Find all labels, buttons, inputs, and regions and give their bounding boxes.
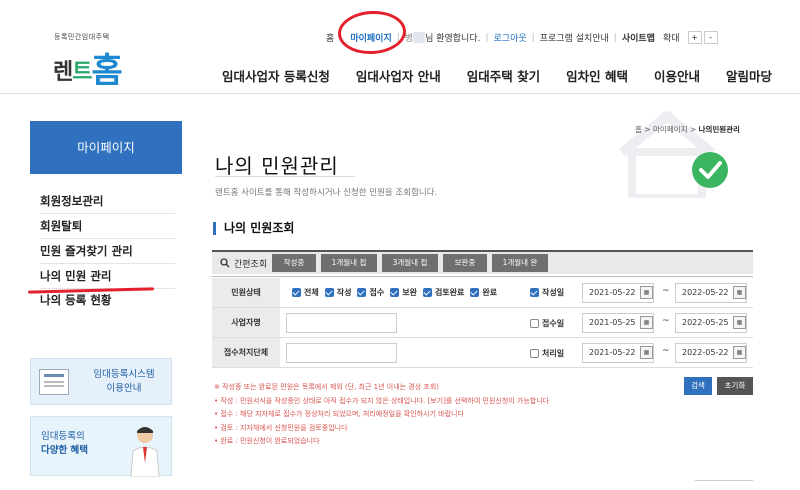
business-label: 사업자명 [212,308,280,337]
program-install-link[interactable]: 프로그램 설치안내 [540,31,609,44]
site-logo[interactable]: 렌트홈 [53,40,123,91]
banner-benefits[interactable]: 임대등록의 다양한 혜택 [30,416,172,477]
status-checkbox-received[interactable]: 접수 [357,287,384,298]
status-checkbox-all[interactable]: 전체 [292,287,319,298]
document-icon [39,369,69,395]
page-title: 나의 민원관리 [215,154,339,178]
bottom-divider [695,480,753,481]
quick-btn-supplement[interactable]: 보완중 [443,254,487,272]
agency-input[interactable] [286,343,397,363]
gnb-item-notice[interactable]: 알림마당 [726,66,772,85]
tilde: ~ [662,346,670,356]
quick-btn-writing[interactable]: 작성중 [272,254,316,272]
date-checkbox-processed[interactable]: 처리일 [530,348,564,359]
section-title: 나의 민원조회 [213,222,294,235]
zoom-out-button[interactable]: - [703,31,718,44]
logout-link[interactable]: 로그아웃 [494,31,527,44]
form-row-agency: 접수처지단체 처리일 2021-05-22 ▦ ~ 2022-05-22 ▦ [212,338,753,368]
status-checkbox-supplement[interactable]: 보완 [390,287,417,298]
header-divider [0,93,800,94]
breadcrumb-home[interactable]: 홈 [635,125,642,134]
date-checkbox-received[interactable]: 접수일 [530,318,564,329]
banner1-line1: 임대등록시스템 [93,369,155,380]
calendar-icon[interactable]: ▦ [733,346,746,359]
calendar-icon[interactable]: ▦ [733,286,746,299]
quick-search-bar: 간편조회 작성중 1개월내 접수 3개월내 접수 보완중 1개월내 완료 [212,250,753,285]
note-item: • 접수 : 해당 지자체로 접수가 정상처리 되었으며, 처리예정일을 확인하… [214,410,464,418]
banner2-line2: 다양한 혜택 [41,445,89,456]
quick-btn-3month-received[interactable]: 3개월내 접수 [382,254,438,285]
date-checkbox-written[interactable]: 작성일 [530,287,564,298]
reset-button[interactable]: 초기화 [717,377,753,395]
breadcrumb-mypage[interactable]: 마이페이지 [653,125,688,134]
status-checkbox-reviewed[interactable]: 검토완료 [422,287,464,298]
logo-part-1: 렌 [53,60,73,85]
zoom-in-button[interactable]: + [687,31,702,44]
agency-label: 접수처지단체 [212,338,280,367]
breadcrumb: 홈 > 마이페이지 > 나의민원관리 [635,124,740,135]
calendar-icon[interactable]: ▦ [733,316,746,329]
sidebar-item-member-info[interactable]: 회원정보관리 [40,188,175,214]
calendar-icon[interactable]: ▦ [640,316,653,329]
banner-system-guide[interactable]: 임대등록시스템 이용안내 [30,358,172,405]
gnb-item-register[interactable]: 임대사업자 등록신청 [222,66,330,85]
breadcrumb-sep: > [644,125,651,134]
house-decoration-icon [618,111,728,198]
breadcrumb-sep: > [689,125,697,134]
quick-search-label: 간편조회 [220,257,272,270]
tilde: ~ [662,316,670,326]
zoom-label: 확대 [662,34,680,44]
search-button[interactable]: 검색 [684,377,712,395]
sidebar-title: 마이페이지 [30,121,182,174]
title-divider [215,176,355,177]
user-name-mask [413,32,426,43]
user-name: 병 [404,34,414,44]
sidebar-item-favorites[interactable]: 민원 즐겨찾기 관리 [40,238,175,264]
form-row-business: 사업자명 접수일 2021-05-25 ▦ ~ 2022-05-25 ▦ [212,308,753,338]
form-row-status: 민원상태 전체 작성 접수 보완 검토완료 완료 작성일 2021-05-22 … [212,278,753,308]
note-item: • 작성 : 민원서식을 작성중인 상태로 아직 접수가 되지 않은 상태입니다… [214,396,550,405]
status-label: 민원상태 [212,278,280,307]
sidebar-item-my-complaints[interactable]: 나의 민원 관리 [40,263,175,289]
status-checkbox-writing[interactable]: 작성 [324,287,351,298]
banner1-line2: 이용안내 [106,383,142,394]
calendar-icon[interactable]: ▦ [640,346,653,359]
person-icon [130,427,160,477]
highlight-circle [336,9,408,56]
gnb-item-tenant-benefits[interactable]: 임차인 혜택 [566,66,628,85]
notes-list: ※ 작성중 또는 완료된 민원은 목록에서 제외 (단, 최근 1년 이내는 경… [214,381,549,449]
calendar-icon[interactable]: ▦ [640,286,653,299]
form-top-border [212,276,753,277]
page-description: 렌트홈 사이트를 통해 작성하시거나 신청한 민원을 조회합니다. [215,188,438,198]
breadcrumb-current: 나의민원관리 [698,125,740,134]
logo-part-2: 트 [72,60,92,85]
gnb-item-usage-guide[interactable]: 이용안내 [654,66,700,85]
gnb-item-landlord-guide[interactable]: 임대사업자 안내 [356,66,441,85]
banner2-line1: 임대등록의 [41,431,85,442]
status-checkbox-done[interactable]: 완료 [470,287,497,298]
main-nav: 임대사업자 등록신청 임대사업자 안내 임대주택 찾기 임차인 혜택 이용안내 … [196,66,772,85]
business-name-input[interactable] [286,313,397,333]
sitemap-link[interactable]: 사이트맵 [622,31,655,44]
status-options: 전체 작성 접수 보완 검토완료 완료 [292,287,503,298]
note-item: • 검토 : 지자체에서 신청민원을 검토중입니다 [214,423,348,432]
logo-part-3: 홈 [91,51,123,91]
tilde: ~ [662,286,670,296]
util-home-link[interactable]: 홈 [326,31,334,44]
quick-btn-1month-done[interactable]: 1개월내 완료 [492,254,548,285]
quick-btn-1month-received[interactable]: 1개월내 접수 [321,254,377,285]
quick-label-text: 간편조회 [234,259,268,270]
gnb-item-find-housing[interactable]: 임대주택 찾기 [467,66,540,85]
sidebar-item-withdraw[interactable]: 회원탈퇴 [40,213,175,239]
note-item: • 완료 : 민원신청이 완료되었습니다 [214,437,320,445]
search-icon [220,258,230,268]
note-item: ※ 작성중 또는 완료된 민원은 목록에서 제외 (단, 최근 1년 이내는 경… [214,383,440,391]
welcome-text: 님 환영합니다. [425,34,481,44]
